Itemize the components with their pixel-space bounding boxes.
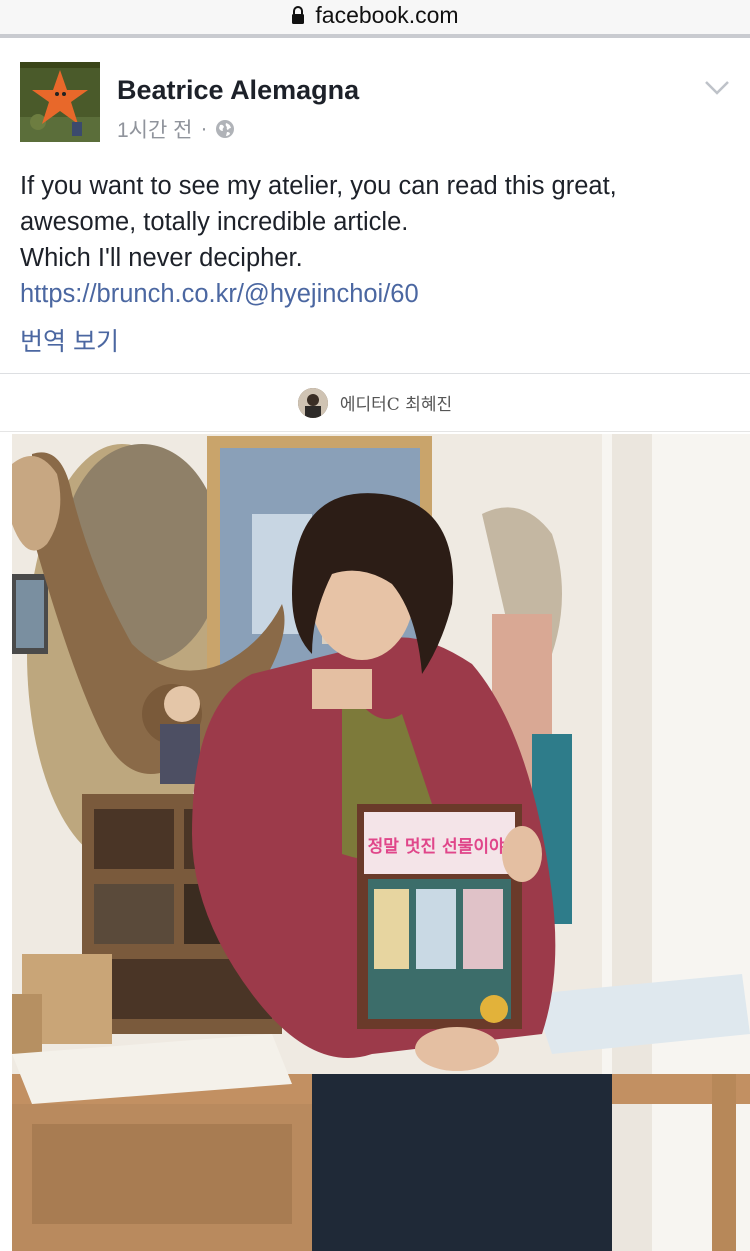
- post-text-line: awesome, totally incredible article.: [20, 208, 409, 236]
- browser-url-bar[interactable]: facebook.com: [0, 0, 750, 38]
- editor-name: 에디터C 최혜진: [339, 395, 453, 415]
- post-author-name[interactable]: Beatrice Alemagna: [117, 75, 359, 106]
- post-meta: 1시간 전 ·: [117, 114, 235, 144]
- post-text-line: Which I'll never decipher.: [20, 244, 303, 272]
- post-link[interactable]: https://brunch.co.kr/@hyejinchoi/60: [20, 276, 730, 312]
- page-load-bar: [0, 34, 750, 38]
- post-timestamp[interactable]: 1시간 전: [117, 114, 192, 144]
- post-body: If you want to see my atelier, you can r…: [20, 168, 730, 312]
- book-cover-title: 정말 멋진 선물이야!: [368, 836, 513, 857]
- article-photo[interactable]: 정말 멋진 선물이야!: [12, 434, 750, 1251]
- avatar[interactable]: [20, 62, 100, 142]
- globe-icon: [215, 119, 235, 139]
- post-header: Beatrice Alemagna 1시간 전 ·: [20, 62, 730, 144]
- lock-icon: [291, 6, 305, 24]
- chevron-down-icon[interactable]: [704, 80, 730, 96]
- see-translation-link[interactable]: 번역 보기: [20, 322, 119, 358]
- editor-avatar: [297, 387, 328, 418]
- meta-separator: ·: [200, 117, 208, 140]
- url-text: facebook.com: [315, 1, 459, 28]
- post-text-line: If you want to see my atelier, you can r…: [20, 172, 617, 200]
- article-card-header: 에디터C 최혜진: [0, 374, 750, 432]
- article-card[interactable]: 에디터C 최혜진 정말 멋진 선물이야!: [0, 373, 750, 1251]
